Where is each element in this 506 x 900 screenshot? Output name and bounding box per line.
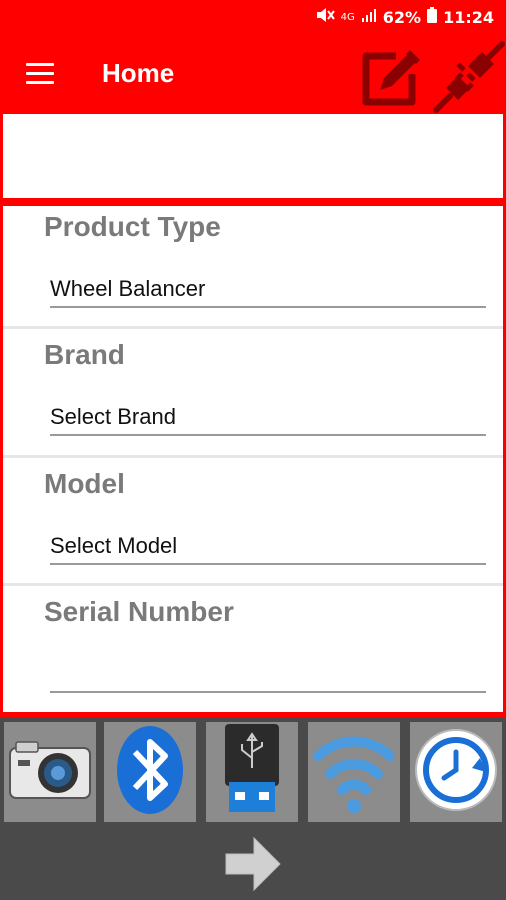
brand-underline [50, 434, 486, 436]
usb-button[interactable] [206, 722, 298, 822]
camera-button[interactable] [4, 722, 96, 822]
arrow-right-icon [224, 836, 282, 896]
product-type-select[interactable]: Wheel Balancer [50, 276, 205, 302]
signal-icon [361, 7, 377, 27]
app-bar: Home [0, 36, 506, 114]
history-icon [414, 728, 498, 817]
bottom-toolbar [0, 718, 506, 900]
battery-icon [427, 7, 438, 27]
divider [3, 326, 503, 329]
history-button[interactable] [410, 722, 502, 822]
model-underline [50, 563, 486, 565]
plug-icon[interactable] [432, 40, 506, 114]
wifi-icon [313, 722, 395, 823]
product-type-label: Product Type [44, 211, 221, 242]
next-button[interactable] [224, 836, 282, 892]
battery-percent: 62% [382, 7, 422, 27]
page-title: Home [102, 58, 175, 88]
wifi-button[interactable] [308, 722, 400, 822]
serial-number-field[interactable]: Serial Number [3, 591, 503, 713]
camera-icon [8, 738, 92, 807]
menu-icon[interactable] [26, 63, 54, 85]
model-field[interactable]: Model Select Model [3, 463, 503, 585]
usb-icon [217, 722, 287, 823]
product-form: Product Type Wheel Balancer Brand Select… [3, 206, 503, 712]
product-type-underline [50, 306, 486, 308]
serial-number-label: Serial Number [44, 596, 234, 627]
mute-icon [315, 7, 335, 27]
divider [3, 455, 503, 458]
bluetooth-icon [115, 724, 185, 821]
model-select[interactable]: Select Model [50, 533, 177, 559]
brand-select[interactable]: Select Brand [50, 404, 176, 430]
status-icons: 4G 62% 11:24 [315, 7, 494, 27]
model-label: Model [44, 468, 125, 499]
edit-icon[interactable] [358, 46, 424, 112]
product-type-field[interactable]: Product Type Wheel Balancer [3, 206, 503, 328]
serial-number-underline [50, 691, 486, 693]
divider [3, 583, 503, 586]
header-panel [3, 114, 503, 198]
status-bar: 4G 62% 11:24 [0, 0, 506, 36]
bluetooth-button[interactable] [104, 722, 196, 822]
brand-label: Brand [44, 339, 125, 370]
brand-field[interactable]: Brand Select Brand [3, 334, 503, 456]
clock: 11:24 [443, 7, 494, 27]
network-type: 4G [340, 11, 355, 23]
